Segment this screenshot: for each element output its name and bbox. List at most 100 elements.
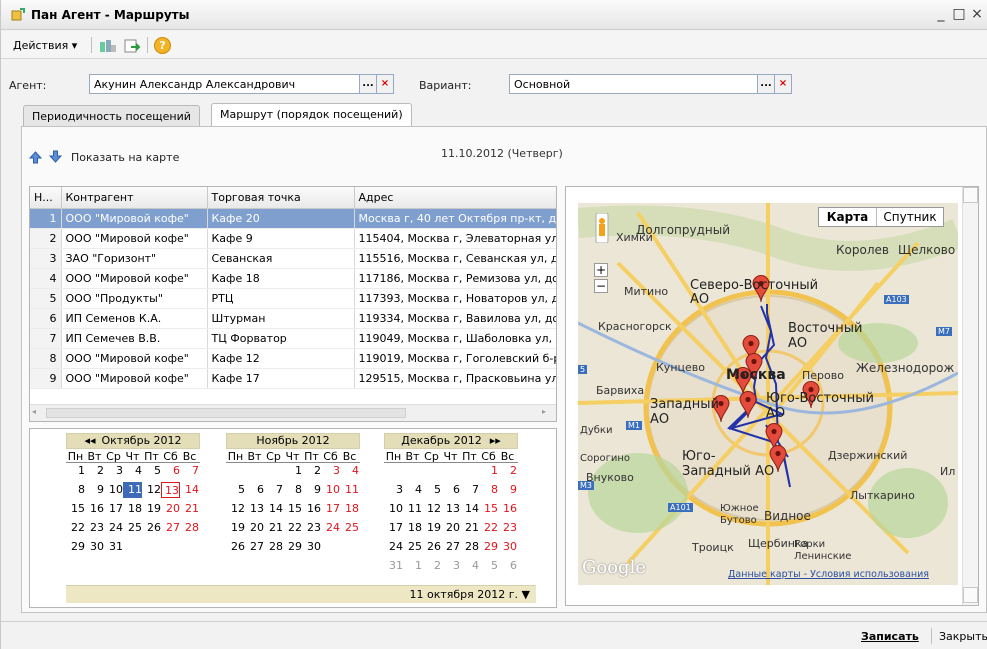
calendar-day[interactable]: 6 xyxy=(498,558,517,574)
calendar-day[interactable]: 9 xyxy=(498,482,517,498)
row-outlet[interactable]: Кафе 12 xyxy=(207,348,355,369)
calendar-day[interactable]: 26 xyxy=(226,539,245,555)
calendar-day[interactable]: 19 xyxy=(142,501,161,517)
calendar-day[interactable]: 4 xyxy=(460,558,479,574)
calendar-day[interactable]: 28 xyxy=(180,520,199,536)
calendar-day[interactable]: 10 xyxy=(384,501,403,517)
calendar-day[interactable]: 12 xyxy=(422,501,441,517)
calendar-day[interactable]: 7 xyxy=(264,482,283,498)
table-icon[interactable] xyxy=(99,38,117,54)
calendar-day[interactable]: 24 xyxy=(104,520,123,536)
calendar-day[interactable]: 15 xyxy=(66,501,85,517)
calendar-day[interactable]: 14 xyxy=(460,501,479,517)
calendar-day[interactable]: 13 xyxy=(441,501,460,517)
calendar-day[interactable]: 28 xyxy=(264,539,283,555)
calendar-day[interactable]: 11 xyxy=(123,482,142,498)
calendar-day[interactable]: 22 xyxy=(479,520,498,536)
calendar-day[interactable]: 21 xyxy=(180,501,199,517)
calendar-day[interactable]: 12 xyxy=(142,482,161,498)
agent-clear-button[interactable]: × xyxy=(376,74,394,94)
calendar-day[interactable]: 16 xyxy=(85,501,104,517)
row-number[interactable]: 7 xyxy=(30,328,62,349)
calendar-day[interactable]: 25 xyxy=(340,520,359,536)
map-type-satellite-button[interactable]: Спутник xyxy=(877,208,943,226)
calendar-day[interactable]: 20 xyxy=(161,501,180,517)
calendar-day[interactable]: 21 xyxy=(264,520,283,536)
row-number[interactable]: 3 xyxy=(30,248,62,269)
minimize-button[interactable]: _ xyxy=(933,6,949,22)
horizontal-scrollbar[interactable]: ◂ ▸ xyxy=(30,404,556,421)
calendar-day[interactable]: 16 xyxy=(498,501,517,517)
calendar-day[interactable]: 27 xyxy=(441,539,460,555)
row-address[interactable]: 115404, Москва г, Элеваторная ул, xyxy=(354,228,556,249)
calendar-day[interactable]: 17 xyxy=(321,501,340,517)
calendar-day[interactable]: 13 xyxy=(245,501,264,517)
calendar-day[interactable]: 10 xyxy=(321,482,340,498)
maximize-button[interactable]: □ xyxy=(951,6,967,22)
tab-route-order[interactable]: Маршрут (порядок посещений) xyxy=(211,103,412,128)
calendar-day[interactable]: 8 xyxy=(479,482,498,498)
calendar-day[interactable]: 13 xyxy=(161,482,180,498)
table-row[interactable]: 4 ООО "Мировой кофе" Кафе 18 117186, Москва… xyxy=(30,268,556,289)
calendar-day[interactable]: 21 xyxy=(460,520,479,536)
col-header-outlet[interactable]: Торговая точка xyxy=(207,187,355,209)
calendar-day[interactable]: 23 xyxy=(302,520,321,536)
calendar-day[interactable]: 17 xyxy=(384,520,403,536)
calendar-day[interactable]: 2 xyxy=(498,463,517,479)
table-row[interactable]: 2 ООО "Мировой кофе" Кафе 9 115404, Москва … xyxy=(30,228,556,249)
row-address[interactable]: 119019, Москва г, Гоголевский б-р xyxy=(354,348,556,369)
variant-select-button[interactable]: ... xyxy=(757,74,775,94)
calendar-day[interactable]: 27 xyxy=(161,520,180,536)
row-counterparty[interactable]: ООО "Мировой кофе" xyxy=(61,268,208,289)
calendar-prev-icon[interactable]: ◂◂ xyxy=(84,434,95,447)
table-row[interactable]: 6 ИП Семенов К.А. Штурман 119334, Москва г,… xyxy=(30,308,556,329)
calendar-day[interactable]: 7 xyxy=(460,482,479,498)
calendar-day[interactable]: 4 xyxy=(340,463,359,479)
export-icon[interactable] xyxy=(123,38,141,54)
variant-clear-button[interactable]: × xyxy=(774,74,792,94)
calendar-day[interactable]: 24 xyxy=(321,520,340,536)
calendar-day[interactable]: 9 xyxy=(302,482,321,498)
calendar-day[interactable]: 1 xyxy=(403,558,422,574)
row-address[interactable]: 119049, Москва г, Шаболовка ул, д xyxy=(354,328,556,349)
row-outlet[interactable]: Кафе 18 xyxy=(207,268,355,289)
zoom-in-button[interactable]: + xyxy=(594,263,608,277)
calendar-day[interactable]: 22 xyxy=(283,520,302,536)
table-row[interactable]: 1 ООО "Мировой кофе" Кафе 20 Москва г, 40 л… xyxy=(30,208,556,229)
map-type-map-button[interactable]: Карта xyxy=(819,208,877,226)
calendar-day[interactable]: 20 xyxy=(441,520,460,536)
calendar-day[interactable]: 18 xyxy=(123,501,142,517)
calendar-day[interactable]: 12 xyxy=(226,501,245,517)
calendar-day[interactable]: 1 xyxy=(66,463,85,479)
calendar-day[interactable]: 31 xyxy=(104,539,123,555)
col-header-counterparty[interactable]: Контрагент xyxy=(61,187,208,209)
row-outlet[interactable]: Севанская xyxy=(207,248,355,269)
row-outlet[interactable]: ТЦ Форватор xyxy=(207,328,355,349)
scroll-right-icon[interactable]: ▸ xyxy=(542,407,552,419)
row-number[interactable]: 5 xyxy=(30,288,62,309)
row-counterparty[interactable]: ООО "Мировой кофе" xyxy=(61,228,208,249)
calendar-day[interactable]: 30 xyxy=(85,539,104,555)
row-address[interactable]: 117186, Москва г, Ремизова ул, до xyxy=(354,268,556,289)
calendar-day[interactable]: 24 xyxy=(384,539,403,555)
row-number[interactable]: 4 xyxy=(30,268,62,289)
calendar-day[interactable]: 5 xyxy=(142,463,161,479)
calendar-day[interactable]: 18 xyxy=(403,520,422,536)
calendar-day[interactable]: 16 xyxy=(302,501,321,517)
calendar-day[interactable]: 18 xyxy=(340,501,359,517)
row-address[interactable]: 129515, Москва г, Прасковьина ул, xyxy=(354,368,556,389)
calendar-day[interactable]: 31 xyxy=(384,558,403,574)
calendar-day[interactable]: 22 xyxy=(66,520,85,536)
row-number[interactable]: 6 xyxy=(30,308,62,329)
row-counterparty[interactable]: ИП Семечев В.В. xyxy=(61,328,208,349)
table-row[interactable]: 5 ООО "Продукты" РТЦ 117393, Москва г, Нова… xyxy=(30,288,556,309)
row-counterparty[interactable]: ООО "Мировой кофе" xyxy=(61,348,208,369)
pegman-icon[interactable] xyxy=(594,213,610,243)
calendar-day[interactable]: 23 xyxy=(498,520,517,536)
row-counterparty[interactable]: ИП Семенов К.А. xyxy=(61,308,208,329)
scrollbar-thumb[interactable] xyxy=(963,587,978,603)
row-address[interactable]: Москва г, 40 лет Октября пр-кт, до xyxy=(354,208,556,229)
calendar-day[interactable]: 10 xyxy=(104,482,123,498)
table-row[interactable]: 8 ООО "Мировой кофе" Кафе 12 119019, Москва… xyxy=(30,348,556,369)
row-number[interactable]: 1 xyxy=(30,208,62,229)
